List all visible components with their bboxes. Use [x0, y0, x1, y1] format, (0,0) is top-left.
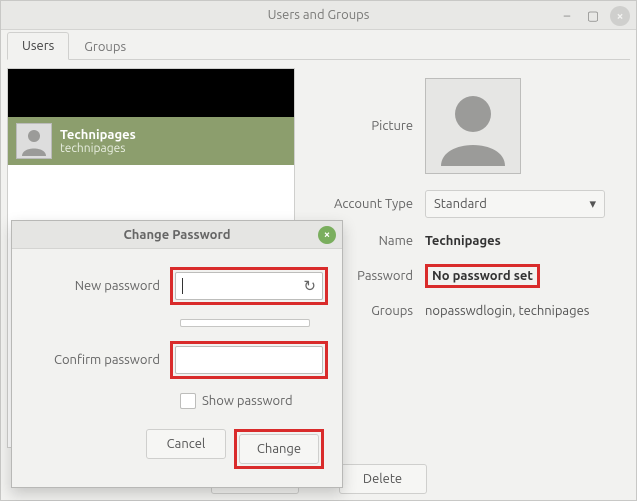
dialog-titlebar: Change Password ×	[12, 221, 342, 249]
avatar-icon	[433, 86, 513, 166]
user-labels: Technipages technipages	[60, 128, 136, 155]
label-new-password: New password	[26, 279, 170, 293]
change-password-dialog: Change Password × New password ↻	[11, 220, 343, 488]
tab-users[interactable]: Users	[7, 32, 69, 60]
cancel-button[interactable]: Cancel	[146, 429, 226, 459]
password-strength-meter	[180, 319, 310, 327]
new-password-input[interactable]: ↻	[175, 272, 323, 300]
account-type-select[interactable]: Standard ▾	[425, 190, 605, 218]
dialog-close-button[interactable]: ×	[318, 226, 336, 244]
account-type-value: Standard	[434, 197, 487, 211]
label-account-type: Account Type	[315, 197, 425, 211]
confirm-password-wrap	[175, 346, 323, 374]
list-item[interactable]	[8, 69, 294, 117]
detail-panel: Picture Account Type Standard ▾	[309, 68, 630, 448]
form-row-confirm-password: Confirm password	[26, 341, 328, 379]
window-title: Users and Groups	[268, 8, 370, 22]
dialog-title: Change Password	[123, 228, 230, 242]
detail-row-name: Name Technipages	[315, 234, 624, 248]
groups-value[interactable]: nopasswdlogin, technipages	[425, 304, 589, 318]
content-area: Users Groups Technipages	[1, 30, 636, 500]
user-login-name: technipages	[60, 142, 136, 155]
new-password-wrap: ↻	[175, 272, 323, 300]
annotation-highlight: ↻	[170, 267, 328, 305]
refresh-icon[interactable]: ↻	[303, 277, 316, 295]
confirm-password-input[interactable]	[175, 346, 323, 374]
minimize-button[interactable]: –	[558, 7, 576, 25]
label-confirm-password: Confirm password	[26, 353, 170, 367]
text-cursor	[182, 278, 183, 294]
show-password-row: Show password	[180, 393, 328, 409]
dialog-buttons: Cancel Change	[26, 429, 328, 469]
chevron-down-icon: ▾	[589, 197, 596, 212]
users-and-groups-window: Users and Groups – ▢ × Users Groups	[0, 0, 637, 501]
tab-groups[interactable]: Groups	[69, 33, 141, 60]
detail-row-picture: Picture	[315, 78, 624, 174]
annotation-highlight	[170, 341, 328, 379]
annotation-highlight: No password set	[425, 264, 540, 288]
maximize-button[interactable]: ▢	[584, 7, 602, 25]
show-password-checkbox[interactable]	[180, 393, 196, 409]
avatar-icon	[16, 123, 52, 159]
label-picture: Picture	[315, 119, 425, 133]
change-button[interactable]: Change	[239, 434, 319, 464]
tab-row: Users Groups	[7, 30, 630, 60]
form-row-new-password: New password ↻	[26, 267, 328, 305]
user-display-name: Technipages	[60, 128, 136, 142]
titlebar: Users and Groups – ▢ ×	[1, 1, 636, 30]
user-picture[interactable]	[425, 78, 521, 174]
close-button[interactable]: ×	[610, 6, 630, 26]
detail-row-groups: Groups nopasswdlogin, technipages	[315, 304, 624, 318]
list-item-selected[interactable]: Technipages technipages	[8, 117, 294, 165]
detail-row-password: Password No password set	[315, 264, 624, 288]
window-controls: – ▢ ×	[558, 1, 630, 31]
dialog-body: New password ↻ Confirm password	[12, 249, 342, 487]
delete-button[interactable]: Delete	[339, 464, 427, 494]
label-show-password[interactable]: Show password	[202, 394, 293, 408]
password-value[interactable]: No password set	[432, 269, 533, 283]
annotation-highlight: Change	[234, 429, 324, 469]
detail-row-account-type: Account Type Standard ▾	[315, 190, 624, 218]
name-value[interactable]: Technipages	[425, 234, 501, 248]
